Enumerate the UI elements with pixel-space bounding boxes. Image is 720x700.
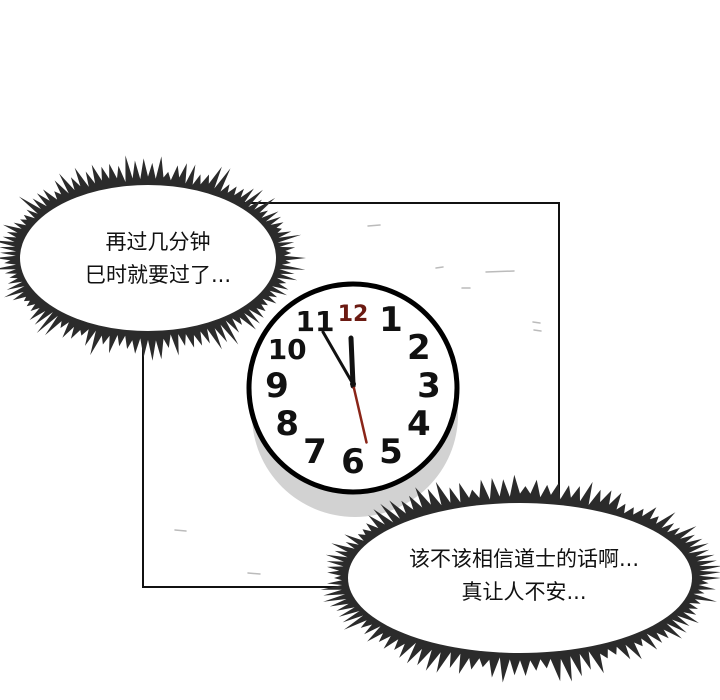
clock-numeral-5: 5 [379, 432, 403, 472]
clock-numeral-2: 2 [407, 328, 431, 368]
speech-bubble-2-text: 该不该相信道士的话啊... 真让人不安... [364, 543, 684, 609]
clock-numeral-1: 1 [379, 300, 403, 340]
clock-numeral-4: 4 [407, 404, 431, 444]
clock-numeral-7: 7 [303, 432, 327, 472]
clock-numeral-8: 8 [275, 404, 299, 444]
speech-line: 真让人不安... [461, 580, 587, 604]
speech-line: 该不该相信道士的话啊... [408, 547, 640, 571]
wall-clock: 12 1234567891011 [246, 281, 460, 495]
clock-numeral-9: 9 [265, 366, 289, 406]
clock-numeral-11: 11 [296, 305, 335, 338]
speech-bubble-1-text: 再过几分钟 巳时就要过了... [28, 226, 288, 292]
clock-numeral-3: 3 [417, 366, 441, 406]
speech-line: 巳时就要过了... [84, 263, 232, 287]
clock-numeral-6: 6 [341, 442, 365, 482]
clock-numeral-12: 12 [338, 302, 369, 327]
speech-line: 再过几分钟 [105, 230, 211, 254]
clock-center-pin [350, 381, 356, 387]
